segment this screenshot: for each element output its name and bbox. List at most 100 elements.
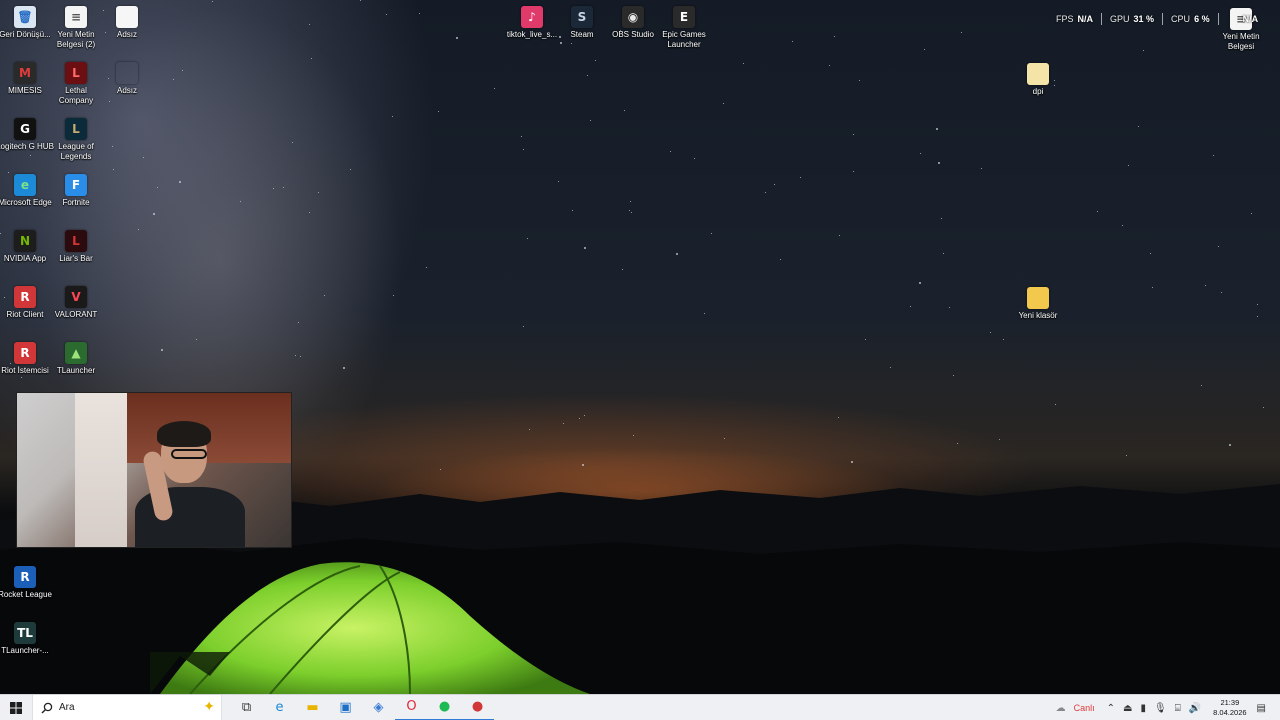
desktop-top-icon-item[interactable]: S Steam (556, 6, 608, 40)
desktop-icon-item[interactable]: N NVIDIA App (0, 230, 51, 264)
star (839, 235, 840, 236)
app-shortcut-icon: N (14, 230, 36, 252)
desktop-icon-label: TLauncher-... (1, 646, 49, 655)
fps-label: FPS (1056, 14, 1074, 24)
desktop-icon-label: Geri Dönüşü... (0, 30, 51, 39)
microphone-icon[interactable]: 🎙 (1154, 703, 1167, 714)
taskbar-apps: ⧉ e ▬ ▣ ◈ O ● ● (230, 695, 494, 720)
desktop-icon-item[interactable]: F Fortnite (50, 174, 102, 208)
opera-icon[interactable]: O (395, 695, 428, 720)
desktop-icon-item[interactable]: e Microsoft Edge (0, 174, 52, 208)
star (743, 63, 744, 64)
clock[interactable]: 21:39 8.04.2026 (1213, 698, 1246, 718)
desktop-icon-item[interactable]: 🗑 Geri Dönüşü... (0, 6, 51, 40)
desktop-icon-item[interactable]: R Riot İstemcisi (0, 342, 51, 376)
desktop-top-icon-item[interactable]: E Epic Games Launcher (658, 6, 710, 50)
store-icon[interactable]: ▣ (329, 695, 362, 720)
desktop-icon-item[interactable]: ≡ Yeni Metin Belgesi (2) (50, 6, 102, 50)
spotify-icon[interactable]: ● (428, 695, 461, 720)
app-shortcut-icon: L (65, 230, 87, 252)
star (138, 229, 139, 230)
desktop-icon-item[interactable]: M MIMESIS (0, 62, 51, 96)
taskbar: Ara ✦ ⧉ e ▬ ▣ ◈ O ● ● ☁ Canlı ⌃ ⏏ ▮ 🎙 ⌸ 🔊 21:39… (0, 694, 1280, 720)
desktop-wallpaper (0, 0, 1280, 694)
desktop-icon-item[interactable]: G Logitech G HUB (0, 118, 54, 152)
star (113, 169, 114, 170)
star (999, 439, 1000, 440)
star (938, 162, 940, 164)
star (853, 171, 854, 172)
app-shortcut-icon: TL (14, 622, 36, 644)
desktop-right-icon-item[interactable]: dpi (1012, 63, 1064, 97)
star (523, 326, 524, 327)
desktop-icon-label: Epic Games Launcher (662, 30, 706, 49)
star (1143, 50, 1144, 51)
desktop-top-icon-item[interactable]: ◉ OBS Studio (607, 6, 659, 40)
desktop-icon-item[interactable]: L Liar's Bar (50, 230, 102, 264)
star (157, 187, 158, 188)
app-shortcut-icon: F (65, 174, 87, 196)
search-icon (41, 702, 53, 713)
live-label[interactable]: Canlı (1074, 703, 1095, 713)
notification-icon[interactable]: ▤ (1257, 703, 1266, 714)
star (21, 377, 22, 378)
star (560, 42, 562, 44)
desktop-icon-item[interactable]: V VALORANT (50, 286, 102, 320)
weather-icon[interactable]: ☁ (1056, 703, 1066, 714)
start-button[interactable] (0, 695, 32, 720)
star (924, 49, 925, 50)
desktop-icon-item[interactable]: Adsız (101, 62, 153, 96)
app-shortcut-icon: R (14, 342, 36, 364)
star (590, 120, 591, 121)
star (584, 415, 585, 416)
star (324, 295, 325, 296)
battery-icon[interactable]: ▮ (1141, 703, 1147, 714)
desktop-icon-label: Riot Client (6, 310, 44, 319)
cpu-value: 6 % (1194, 14, 1210, 24)
app-shortcut-icon: V (65, 286, 87, 308)
star (920, 153, 921, 154)
volume-icon[interactable]: 🔊 (1189, 703, 1201, 714)
hud-divider (1162, 13, 1164, 25)
star (853, 134, 854, 135)
star (318, 192, 319, 193)
desktop-icon-item[interactable]: TL TLauncher-... (0, 622, 51, 656)
app-shortcut-icon: R (14, 286, 36, 308)
desktop-icon-item[interactable]: R Riot Client (0, 286, 51, 320)
star (360, 0, 361, 1)
desktop-icon-item[interactable]: R Rocket League (0, 566, 52, 600)
task-view-icon[interactable]: ⧉ (230, 695, 263, 720)
desktop-icon-label: Logitech G HUB (0, 142, 54, 151)
desktop-icon-item[interactable]: L League of Legends (50, 118, 102, 162)
star (1257, 304, 1258, 305)
webcam-overlay (16, 392, 292, 548)
star (182, 70, 183, 71)
star (212, 1, 213, 2)
taskbar-search[interactable]: Ara ✦ (32, 694, 222, 720)
app-icon[interactable]: ◈ (362, 695, 395, 720)
desktop-right-icon-item[interactable]: Yeni klasör (1012, 287, 1064, 321)
star (865, 339, 866, 340)
windows-logo-icon (10, 701, 22, 714)
star (765, 192, 766, 193)
riot-icon[interactable]: ● (461, 695, 494, 720)
star (624, 110, 625, 111)
usb-icon[interactable]: ⏏ (1123, 703, 1132, 714)
desktop-icon-item[interactable]: Adsız (101, 6, 153, 40)
edge-icon[interactable]: e (263, 695, 296, 720)
star (834, 36, 835, 37)
file-explorer-icon[interactable]: ▬ (296, 695, 329, 720)
chevron-up-icon[interactable]: ⌃ (1107, 703, 1115, 714)
desktop-icon-label: Riot İstemcisi (1, 366, 49, 375)
star (179, 181, 181, 183)
app-shortcut-icon: L (65, 62, 87, 84)
webcam-hair (157, 421, 211, 447)
star (595, 60, 596, 61)
network-icon[interactable]: ⌸ (1175, 703, 1181, 714)
star (173, 79, 174, 80)
star (426, 267, 427, 268)
star (936, 128, 938, 130)
desktop-top-icon-item[interactable]: ♪ tiktok_live_s... (506, 6, 558, 40)
desktop-icon-item[interactable]: ▲ TLauncher (50, 342, 102, 376)
desktop-icon-item[interactable]: L Lethal Company (50, 62, 102, 106)
